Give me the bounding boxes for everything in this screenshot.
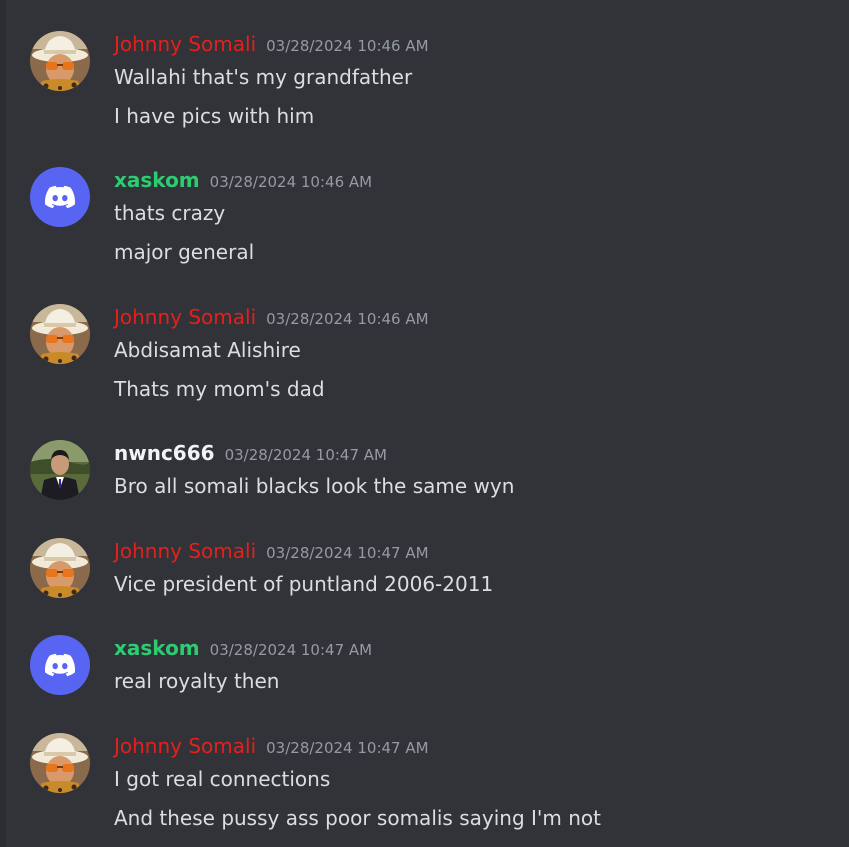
timestamp: 03/28/2024 10:46 AM <box>266 310 429 328</box>
message-text: real royalty then <box>114 669 280 693</box>
message-header: xaskom 03/28/2024 10:47 AM <box>114 635 372 661</box>
chat-window: Johnny Somali 03/28/2024 10:46 AM Wallahi… <box>0 0 849 847</box>
message-text: Vice president of puntland 2006-2011 <box>114 572 494 596</box>
username[interactable]: Johnny Somali <box>114 539 256 563</box>
username[interactable]: xaskom <box>114 168 200 192</box>
message-text: thats crazy <box>114 201 226 225</box>
message-header: Johnny Somali 03/28/2024 10:47 AM <box>114 538 429 564</box>
message-text: I have pics with him <box>114 104 315 128</box>
timestamp: 03/28/2024 10:47 AM <box>209 641 373 659</box>
message-text: Wallahi that's my grandfather <box>114 65 413 89</box>
timestamp: 03/28/2024 10:46 AM <box>266 37 429 55</box>
message-text: major general <box>114 240 255 264</box>
username[interactable]: Johnny Somali <box>114 305 256 329</box>
discord-logo-icon[interactable] <box>30 635 90 695</box>
hat-sunglasses-avatar[interactable] <box>30 31 90 91</box>
username[interactable]: Johnny Somali <box>114 734 256 758</box>
message-text: And these pussy ass poor somalis saying … <box>114 806 601 830</box>
message-text: Abdisamat Alishire <box>114 338 301 362</box>
timestamp: 03/28/2024 10:47 AM <box>224 446 387 464</box>
hat-sunglasses-avatar[interactable] <box>30 733 90 793</box>
message-header: Johnny Somali 03/28/2024 10:46 AM <box>114 31 429 57</box>
message-text: Thats my mom's dad <box>114 377 325 401</box>
hat-sunglasses-avatar[interactable] <box>30 538 90 598</box>
suit-man-avatar[interactable] <box>30 440 90 500</box>
hat-sunglasses-avatar[interactable] <box>30 304 90 364</box>
timestamp: 03/28/2024 10:46 AM <box>209 173 373 191</box>
message-header: nwnc666 03/28/2024 10:47 AM <box>114 440 387 466</box>
left-divider <box>0 0 6 847</box>
message-header: xaskom 03/28/2024 10:46 AM <box>114 167 372 193</box>
message-text: I got real connections <box>114 767 331 791</box>
message-header: Johnny Somali 03/28/2024 10:47 AM <box>114 733 429 759</box>
discord-logo-icon[interactable] <box>30 167 90 227</box>
username[interactable]: xaskom <box>114 636 200 660</box>
username[interactable]: Johnny Somali <box>114 32 256 56</box>
username[interactable]: nwnc666 <box>114 441 215 465</box>
message-header: Johnny Somali 03/28/2024 10:46 AM <box>114 304 429 330</box>
timestamp: 03/28/2024 10:47 AM <box>266 544 429 562</box>
timestamp: 03/28/2024 10:47 AM <box>266 739 429 757</box>
message-text: Bro all somali blacks look the same wyn <box>114 474 515 498</box>
